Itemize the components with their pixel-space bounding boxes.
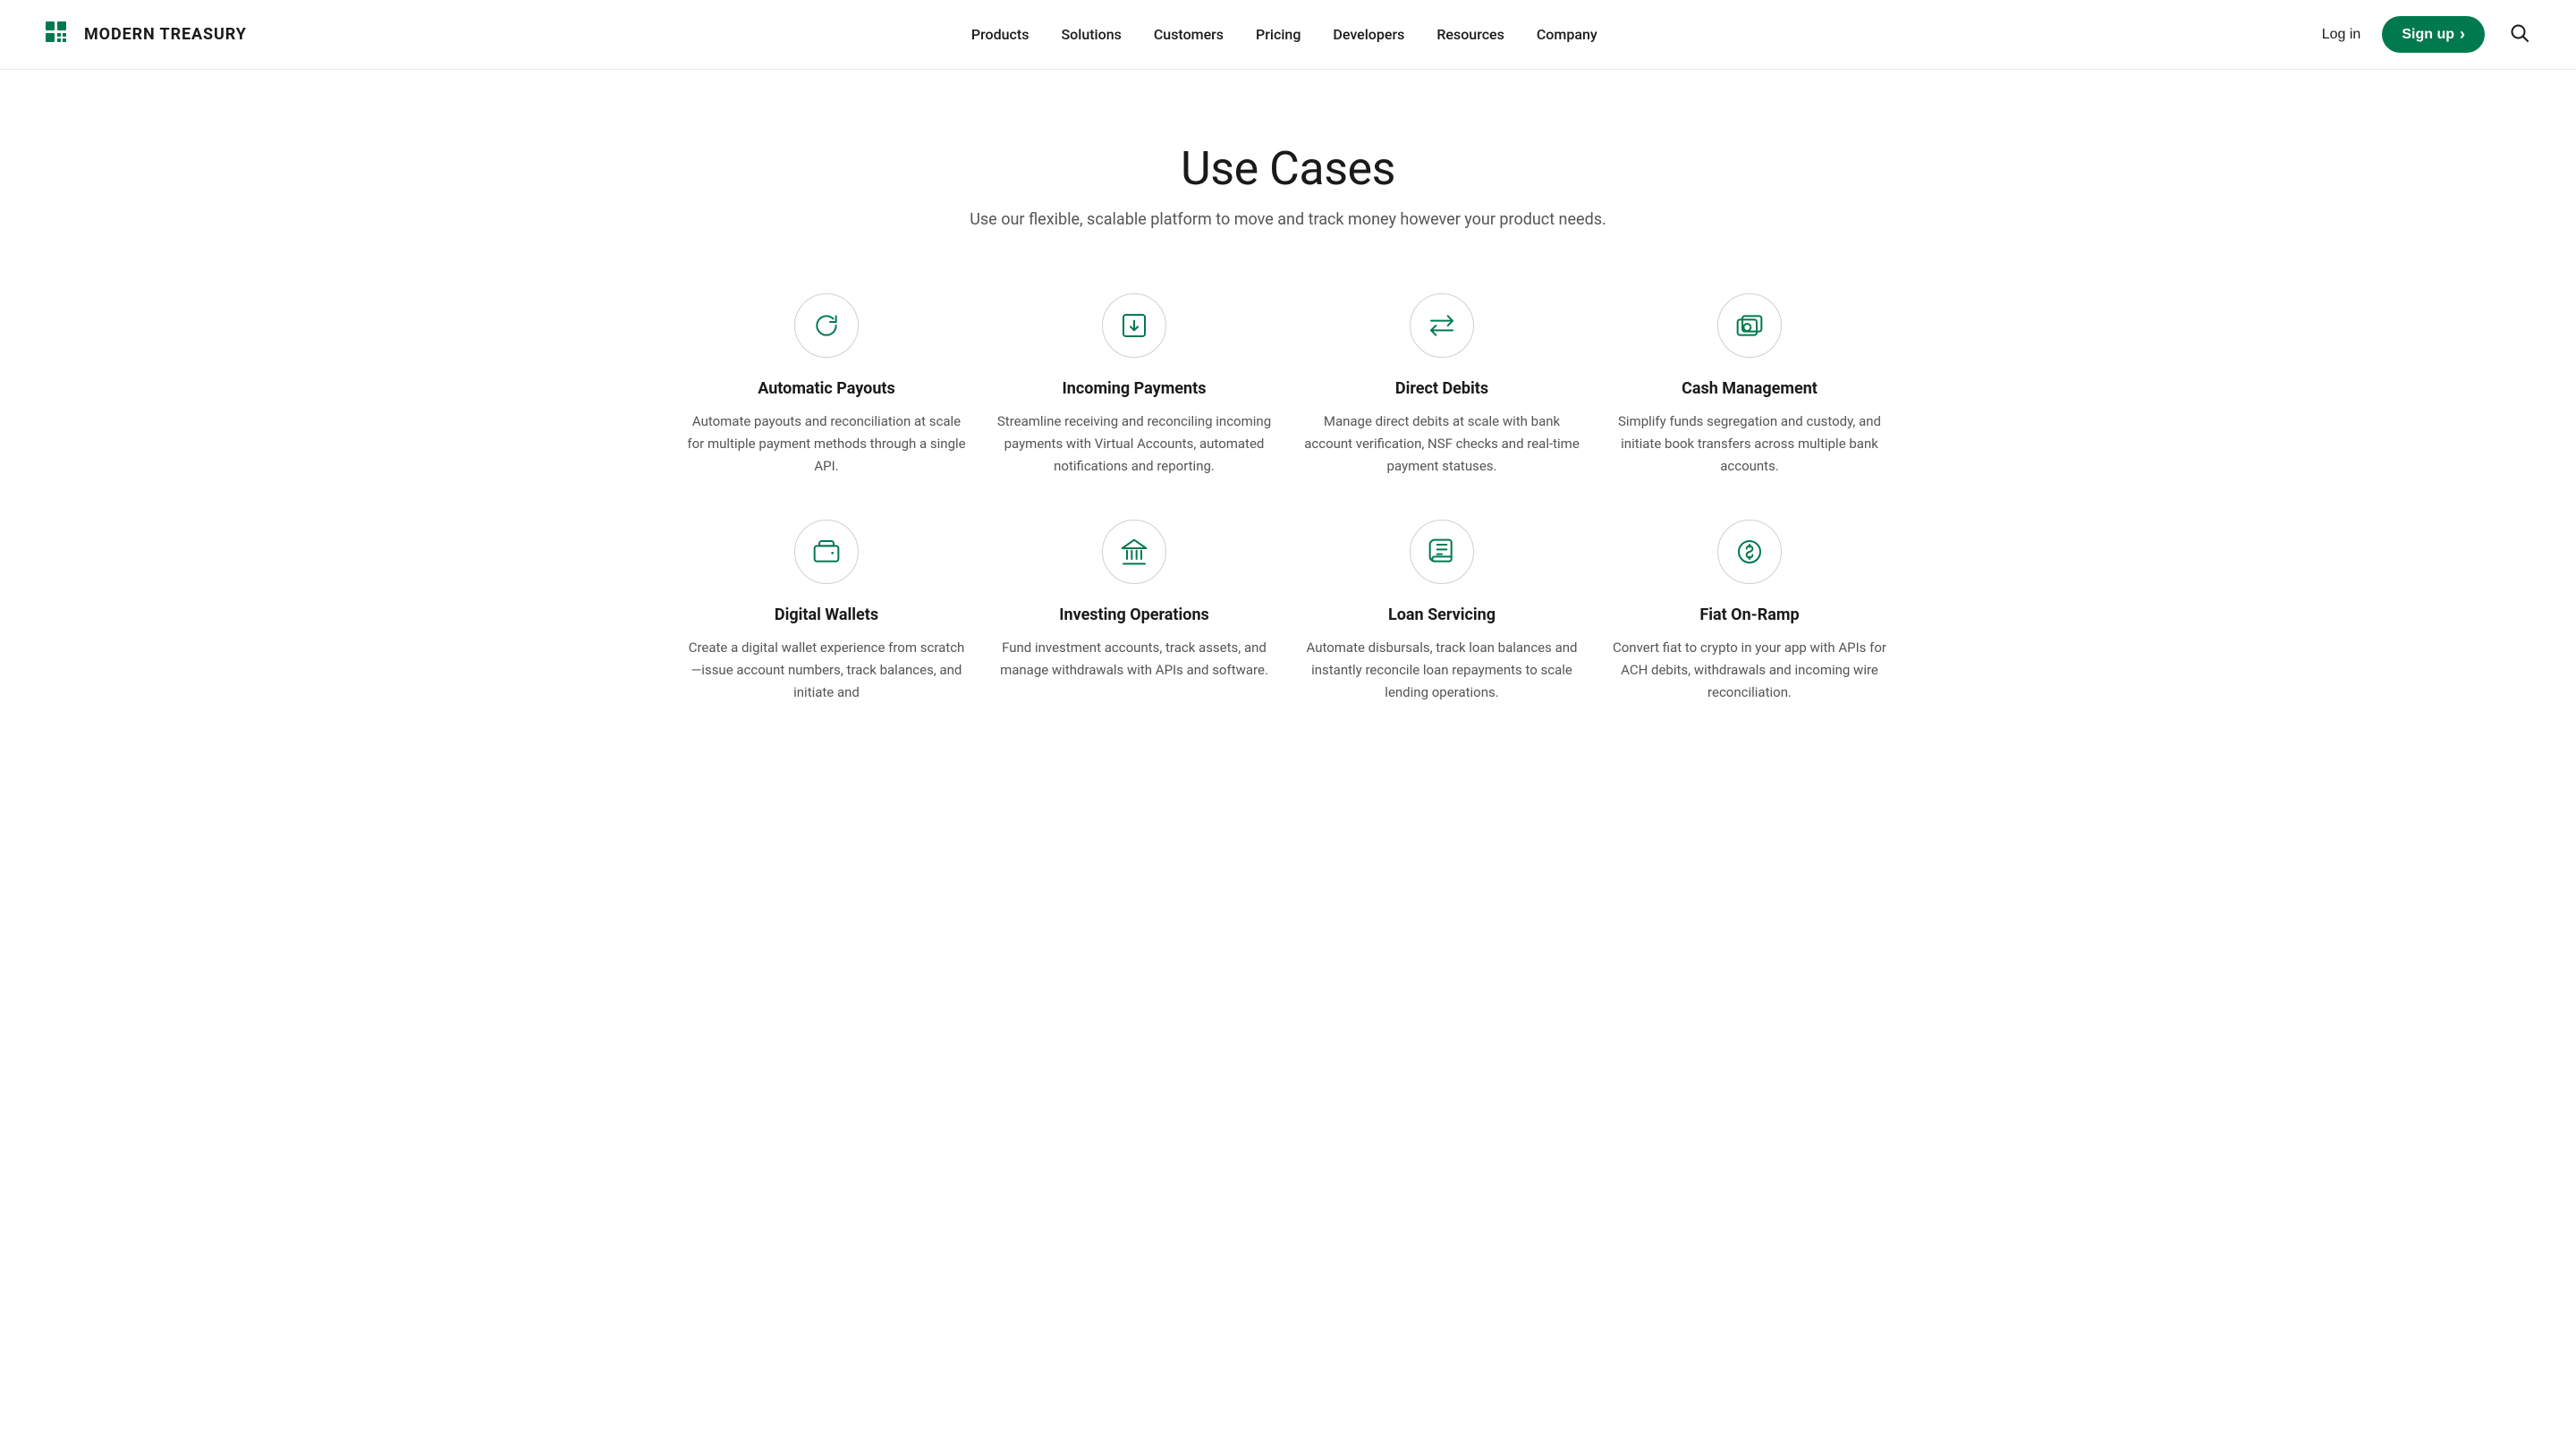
- refresh-icon: [812, 311, 841, 340]
- fiat-on-ramp-title: Fiat On-Ramp: [1699, 605, 1799, 624]
- incoming-payments-desc: Streamline receiving and reconciling inc…: [995, 411, 1274, 477]
- direct-debits-icon-circle: [1410, 293, 1474, 358]
- card-direct-debits: Direct Debits Manage direct debits at sc…: [1302, 293, 1581, 477]
- header-actions: Log in Sign up ›: [2322, 16, 2533, 53]
- investing-operations-desc: Fund investment accounts, track assets, …: [995, 637, 1274, 682]
- camera-stack-icon: [1735, 311, 1764, 340]
- incoming-payments-title: Incoming Payments: [1063, 379, 1207, 398]
- automatic-payouts-icon-circle: [794, 293, 859, 358]
- sign-up-button[interactable]: Sign up ›: [2382, 16, 2485, 53]
- nav-company[interactable]: Company: [1537, 26, 1597, 43]
- logo-icon: [43, 19, 75, 51]
- loan-servicing-icon-circle: [1410, 520, 1474, 584]
- card-digital-wallets: Digital Wallets Create a digital wallet …: [687, 520, 966, 703]
- investing-operations-title: Investing Operations: [1059, 605, 1209, 624]
- digital-wallets-desc: Create a digital wallet experience from …: [687, 637, 966, 703]
- automatic-payouts-title: Automatic Payouts: [758, 379, 895, 398]
- card-automatic-payouts: Automatic Payouts Automate payouts and r…: [687, 293, 966, 477]
- log-in-button[interactable]: Log in: [2322, 27, 2361, 43]
- card-incoming-payments: Incoming Payments Streamline receiving a…: [995, 293, 1274, 477]
- transfer-icon: [1428, 311, 1456, 340]
- fiat-on-ramp-desc: Convert fiat to crypto in your app with …: [1610, 637, 1889, 703]
- card-loan-servicing: Loan Servicing Automate disbursals, trac…: [1302, 520, 1581, 703]
- page-heading: Use Cases: [687, 141, 1889, 196]
- main-nav: Products Solutions Customers Pricing Dev…: [971, 26, 1597, 43]
- fiat-on-ramp-icon-circle: [1717, 520, 1782, 584]
- investing-operations-icon-circle: [1102, 520, 1166, 584]
- loan-servicing-desc: Automate disbursals, track loan balances…: [1302, 637, 1581, 703]
- search-icon: [2510, 23, 2529, 43]
- download-box-icon: [1120, 311, 1148, 340]
- automatic-payouts-desc: Automate payouts and reconciliation at s…: [687, 411, 966, 477]
- direct-debits-title: Direct Debits: [1395, 379, 1488, 398]
- logo-text: MODERN TREASURY: [84, 25, 247, 44]
- use-cases-grid: Automatic Payouts Automate payouts and r…: [687, 293, 1889, 704]
- cash-management-icon-circle: [1717, 293, 1782, 358]
- card-cash-management: Cash Management Simplify funds segregati…: [1610, 293, 1889, 477]
- loan-servicing-title: Loan Servicing: [1388, 605, 1496, 624]
- digital-wallets-title: Digital Wallets: [775, 605, 878, 624]
- bank-icon: [1120, 538, 1148, 566]
- search-button[interactable]: [2506, 20, 2533, 49]
- nav-developers[interactable]: Developers: [1333, 26, 1404, 43]
- page-title: Use Cases: [687, 141, 1889, 196]
- nav-customers[interactable]: Customers: [1154, 26, 1224, 43]
- nav-pricing[interactable]: Pricing: [1256, 26, 1301, 43]
- card-fiat-on-ramp: Fiat On-Ramp Convert fiat to crypto in y…: [1610, 520, 1889, 703]
- page-subtitle: Use our flexible, scalable platform to m…: [687, 210, 1889, 229]
- direct-debits-desc: Manage direct debits at scale with bank …: [1302, 411, 1581, 477]
- main-content: Use Cases Use our flexible, scalable pla…: [644, 70, 1932, 758]
- cash-management-desc: Simplify funds segregation and custody, …: [1610, 411, 1889, 477]
- logo-link[interactable]: MODERN TREASURY: [43, 19, 247, 51]
- book-icon: [1428, 538, 1456, 566]
- nav-resources[interactable]: Resources: [1436, 26, 1504, 43]
- sign-up-label: Sign up: [2402, 27, 2454, 43]
- cash-management-title: Cash Management: [1682, 379, 1818, 398]
- site-header: MODERN TREASURY Products Solutions Custo…: [0, 0, 2576, 70]
- digital-wallets-icon-circle: [794, 520, 859, 584]
- incoming-payments-icon-circle: [1102, 293, 1166, 358]
- card-investing-operations: Investing Operations Fund investment acc…: [995, 520, 1274, 703]
- dollar-circle-icon: [1735, 538, 1764, 566]
- sign-up-arrow: ›: [2460, 25, 2465, 44]
- nav-solutions[interactable]: Solutions: [1061, 26, 1121, 43]
- wallet-icon: [812, 538, 841, 566]
- nav-products[interactable]: Products: [971, 26, 1030, 43]
